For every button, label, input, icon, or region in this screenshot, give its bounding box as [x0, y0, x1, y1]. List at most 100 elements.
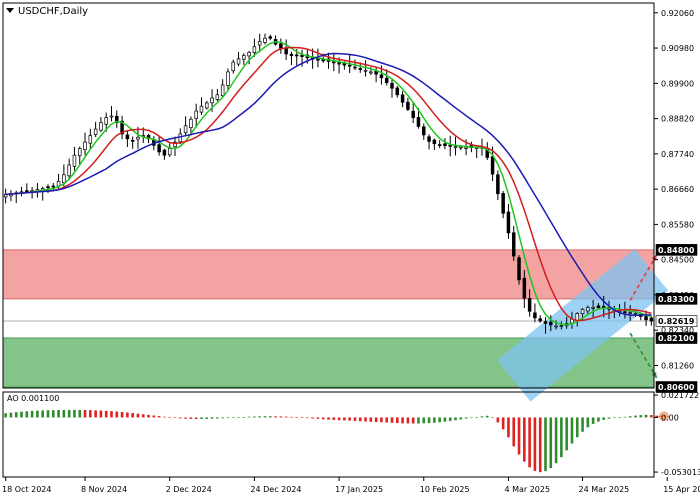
ao-bar [295, 417, 299, 418]
candle-body [268, 36, 273, 39]
ao-bar [332, 417, 336, 420]
ao-bar [62, 410, 66, 418]
candle-body [596, 305, 601, 309]
candle [40, 186, 45, 201]
candle-body [83, 141, 87, 151]
time-axis: 18 Oct 2024 8 Nov 2024 2 Dec 2024 24 Dec 20… [2, 477, 700, 494]
ao-bar [14, 412, 18, 418]
chart-header: USDCHF,Daily [6, 6, 88, 17]
candle [511, 225, 516, 261]
candle-body [490, 156, 495, 175]
price-level-label: 0.84800 [658, 246, 695, 255]
candle-body [464, 146, 468, 149]
ao-bar [83, 410, 87, 418]
candle-body [411, 110, 415, 118]
candle [390, 78, 394, 98]
ao-bar [110, 411, 113, 418]
candle [443, 138, 447, 150]
candle-body [379, 74, 384, 79]
candle [501, 191, 505, 219]
ao-bar [120, 411, 124, 418]
candle [183, 116, 188, 137]
ao-bar [517, 417, 521, 455]
candle [14, 190, 18, 204]
ao-bar [179, 417, 182, 419]
candle-body [183, 125, 188, 134]
ao-bar [591, 417, 595, 424]
time-tick-label: 10 Feb 2025 [420, 485, 470, 494]
candle-body [649, 317, 654, 322]
candle-body [294, 54, 299, 57]
ao-bar [565, 417, 568, 451]
zone-band [3, 249, 654, 299]
candle [406, 97, 410, 112]
ao-bar [147, 414, 150, 418]
candle [120, 115, 124, 140]
ao-bar [104, 410, 108, 418]
ao-bar [152, 415, 156, 418]
ao-bar [327, 417, 330, 420]
candle-body [220, 84, 225, 96]
time-tick-label: 8 Nov 2024 [81, 485, 127, 494]
ao-bar [570, 417, 574, 444]
price-level-label: 0.83300 [658, 295, 695, 304]
ao-bar [78, 409, 82, 418]
ao-bar [242, 417, 246, 418]
ao-bar [57, 410, 60, 418]
candle [289, 51, 294, 66]
ao-title: AO 0.001100 [7, 394, 59, 403]
candle-body [511, 232, 516, 257]
ao-bar [136, 413, 140, 418]
price-level-label: 0.82619 [658, 317, 695, 326]
price-tick-label: 0.85580 [661, 220, 694, 229]
candle [220, 79, 225, 98]
candle-body [252, 46, 257, 53]
candle-body [25, 190, 29, 192]
ao-bar [253, 416, 256, 418]
ao-bar [94, 410, 97, 418]
candle [226, 68, 230, 90]
ao-bar [454, 417, 457, 421]
candle-body [56, 180, 61, 187]
candle [157, 136, 161, 156]
price-tick-label: 0.92060 [661, 9, 694, 18]
candle-body [633, 313, 638, 315]
time-tick-label: 24 Mar 2025 [579, 485, 630, 494]
ao-bar [358, 417, 362, 422]
ao-bar [46, 410, 50, 418]
candle-body [363, 69, 368, 72]
candle [115, 110, 119, 128]
ao-bar [25, 411, 29, 418]
candle [649, 315, 654, 326]
ao-bar [173, 417, 177, 419]
candle-body [496, 174, 500, 195]
price-tick-label: 0.81260 [661, 361, 694, 370]
candle-body [72, 154, 77, 167]
ao-bar [51, 410, 55, 418]
ao-bar [464, 417, 468, 419]
ao-bar [141, 414, 145, 418]
candle-body [400, 94, 405, 103]
ao-bar [369, 417, 373, 422]
ao-bar [247, 416, 251, 418]
candle-body [332, 61, 336, 64]
ao-bar [560, 417, 563, 458]
ao-bar [549, 417, 553, 469]
ao-tick-label: -0.053013 [661, 468, 700, 477]
ao-bar [448, 417, 452, 421]
candle-body [517, 257, 521, 281]
ao-tick-label: 0.021722 [661, 391, 699, 400]
ao-bar [496, 417, 500, 423]
candle [273, 35, 278, 46]
candle-body [136, 136, 140, 140]
ao-bar [485, 415, 489, 418]
candle-body [205, 102, 209, 109]
candle-body [194, 110, 198, 119]
ao-bar [67, 409, 71, 418]
candle [538, 315, 542, 323]
candle [25, 183, 29, 194]
ao-bar [480, 416, 484, 418]
ao-bar [501, 417, 505, 430]
dropdown-icon[interactable] [6, 8, 14, 13]
candle-body [178, 133, 183, 143]
